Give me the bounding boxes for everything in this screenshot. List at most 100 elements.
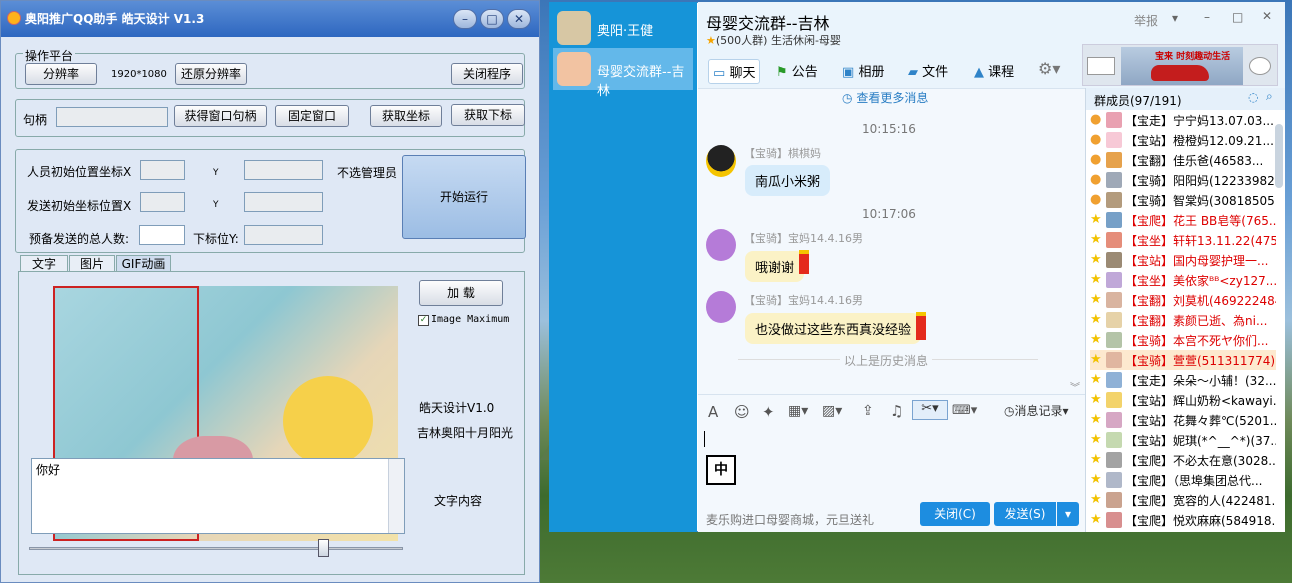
keyboard-icon[interactable]: ⌨▾ — [952, 403, 977, 418]
report-link[interactable]: 举报 — [1134, 12, 1158, 29]
tab-announcement[interactable]: ⚑ 公告 — [776, 61, 818, 80]
get-window-handle-button[interactable]: 获得窗口句柄 — [174, 105, 267, 127]
promo-link[interactable]: 麦乐购进口母婴商城，元旦送礼 — [706, 511, 874, 528]
person-start-y-input[interactable] — [244, 160, 323, 180]
member-item[interactable]: ● 【宝骑】智棠妈(30818505... — [1090, 190, 1276, 210]
member-item[interactable]: ● 【宝站】橙橙妈12.09.21... — [1090, 130, 1276, 150]
member-item[interactable]: ★ 【宝走】朵朵～小辅！(32... — [1090, 370, 1276, 390]
minimize-button[interactable]: – — [453, 9, 477, 29]
slider-track[interactable] — [29, 547, 403, 550]
close-program-button[interactable]: 关闭程序 — [451, 63, 523, 85]
text-content-textarea[interactable]: 你好 — [31, 458, 405, 534]
car-advertisement[interactable]: 宝来 时刻趣动生活 — [1082, 44, 1278, 86]
tab-album[interactable]: ▣ 相册 — [842, 61, 884, 80]
member-name: 【宝爬】不必太在意(3028... — [1125, 454, 1276, 468]
member-item[interactable]: ★ 【宝爬】花王 BB皂等(765... — [1090, 210, 1276, 230]
tab-chat[interactable]: ▭ 聊天 — [708, 59, 761, 84]
member-item[interactable]: ★ 【宝坐】轩轩13.11.22(475... — [1090, 230, 1276, 250]
message-record-link[interactable]: ◷消息记录▾ — [1004, 402, 1069, 419]
member-item[interactable]: ● 【宝走】宁宁妈13.07.03... — [1090, 110, 1276, 130]
load-button[interactable]: 加 载 — [419, 280, 503, 306]
get-subscript-button[interactable]: 获取下标 — [451, 104, 525, 126]
view-more-messages-link[interactable]: ◷ 查看更多消息 — [842, 89, 928, 106]
total-people-label: 预备发送的总人数: — [29, 232, 130, 246]
minimize-icon[interactable]: – — [1204, 10, 1210, 24]
member-name: 【宝骑】萱萱(511311774) — [1125, 354, 1276, 368]
member-item[interactable]: ★ 【宝爬】悦欢麻麻(584918... — [1090, 510, 1276, 530]
member-item[interactable]: ★ 【宝骑】本宫不死ヤ你们... — [1090, 330, 1276, 350]
member-item[interactable]: ★ 【宝站】花舞々葬℃(5201... — [1090, 410, 1276, 430]
slider-thumb[interactable] — [318, 539, 329, 557]
emoji-icon[interactable]: ☺ — [734, 403, 750, 421]
upload-icon[interactable]: ⇪ — [862, 403, 874, 419]
tab-text[interactable]: 文字 — [20, 255, 68, 272]
contact-item-wangjian[interactable]: 奥阳·王健 — [553, 7, 693, 49]
search-icon[interactable]: ⌕ — [1266, 89, 1273, 104]
member-item[interactable]: ★ 【宝站】妮琪(*^__^*)(37... — [1090, 430, 1276, 450]
chat-bubble-icon: ▭ — [713, 66, 726, 81]
app-titlebar: 奥阳推广QQ助手 皓天设计 V1.3 – □ ✕ — [1, 1, 539, 37]
girl-avatar[interactable] — [706, 229, 736, 261]
subscript-y-input[interactable] — [244, 225, 323, 245]
member-chat-icon[interactable]: ◌ — [1248, 90, 1258, 104]
contact-item-group[interactable]: 母婴交流群--吉林 — [553, 48, 693, 99]
maximize-icon[interactable]: □ — [1232, 10, 1243, 24]
maximize-button[interactable]: □ — [480, 9, 504, 29]
person-icon: ● — [1090, 152, 1102, 167]
members-scrollbar[interactable] — [1275, 124, 1283, 188]
send-button[interactable]: 发送(S) — [994, 502, 1056, 526]
start-run-button[interactable]: 开始运行 — [402, 155, 526, 239]
member-item[interactable]: ★ 【宝翻】刘莫机(469222484) — [1090, 290, 1276, 310]
member-item[interactable]: ● 【宝翻】佳乐爸(46583... — [1090, 150, 1276, 170]
ime-indicator[interactable]: 中 — [706, 455, 736, 485]
brand-logo — [1087, 57, 1115, 75]
person-start-x-input[interactable] — [140, 160, 185, 180]
avatar — [1106, 112, 1122, 128]
image-icon[interactable]: ▨▾ — [822, 403, 842, 419]
font-icon[interactable]: A — [708, 403, 718, 421]
member-item[interactable]: ★ 【宝骑】萱萱(511311774) — [1090, 350, 1276, 370]
resolution-button[interactable]: 分辨率 — [25, 63, 97, 85]
music-icon[interactable]: ♫ — [890, 402, 903, 420]
close-icon[interactable]: ✕ — [1262, 9, 1272, 23]
get-coordinate-button[interactable]: 获取坐标 — [370, 105, 442, 127]
star-icon: ★ — [1090, 512, 1102, 527]
tab-gif[interactable]: GIF动画 — [116, 255, 171, 272]
app-title: 奥阳推广QQ助手 皓天设计 V1.3 — [25, 12, 205, 26]
person-start-x-label: 人员初始位置坐标X — [27, 165, 132, 179]
member-item[interactable]: ★ 【宝站】国内母婴护理一... — [1090, 250, 1276, 270]
tab-course[interactable]: ▲ 课程 — [974, 61, 1014, 80]
chevron-down-icon[interactable]: ▾ — [1172, 11, 1178, 25]
send-y-label: Y — [213, 200, 219, 210]
image-maximum-checkbox[interactable]: ✓ — [418, 315, 429, 326]
send-start-x-input[interactable] — [140, 192, 185, 212]
credit-company: 吉林奥阳十月阳光 — [417, 426, 514, 440]
magic-wand-icon[interactable]: ✦ — [762, 403, 775, 421]
member-item[interactable]: ★ 【宝翻】素颜已逝、為ni... — [1090, 310, 1276, 330]
fix-window-button[interactable]: 固定窗口 — [275, 105, 349, 127]
member-item[interactable]: ★ 【宝坐】美依家ᴮᴮ<zy127... — [1090, 270, 1276, 290]
member-item[interactable]: ● 【宝骑】阳阳妈(12233982... — [1090, 170, 1276, 190]
settings-gear-icon[interactable]: ⚙▾ — [1038, 59, 1060, 78]
member-name: 【宝翻】佳乐爸(46583... — [1125, 154, 1264, 168]
tab-files[interactable]: ▰ 文件 — [908, 61, 948, 80]
close-window-button[interactable]: ✕ — [507, 9, 531, 29]
tab-image[interactable]: 图片 — [69, 255, 115, 272]
total-people-input[interactable] — [139, 225, 185, 245]
textarea-scrollbar[interactable] — [388, 459, 404, 533]
send-options-chevron-icon[interactable]: ▾ — [1057, 502, 1079, 526]
screenshot-scissors-icon[interactable]: ✂▾ — [912, 400, 948, 420]
qq-penguin-avatar[interactable] — [706, 145, 736, 177]
send-start-y-input[interactable] — [244, 192, 323, 212]
handle-input[interactable] — [56, 107, 168, 127]
member-item[interactable]: ★ 【宝爬】不必太在意(3028... — [1090, 450, 1276, 470]
member-item[interactable]: ★ 【宝站】辉山奶粉<kawayi... — [1090, 390, 1276, 410]
member-item[interactable]: ★ 【宝爬】宽容的人(422481... — [1090, 490, 1276, 510]
restore-resolution-button[interactable]: 还原分辨率 — [175, 63, 247, 85]
scroll-down-chevron-icon[interactable]: ︾ — [1070, 379, 1080, 394]
girl-avatar[interactable] — [706, 291, 736, 323]
star-icon: ★ — [1090, 412, 1102, 427]
shake-window-icon[interactable]: ▦▾ — [788, 403, 808, 419]
member-item[interactable]: ★ 【宝爬】（思埠集团总代... — [1090, 470, 1276, 490]
close-chat-button[interactable]: 关闭(C) — [920, 502, 990, 526]
